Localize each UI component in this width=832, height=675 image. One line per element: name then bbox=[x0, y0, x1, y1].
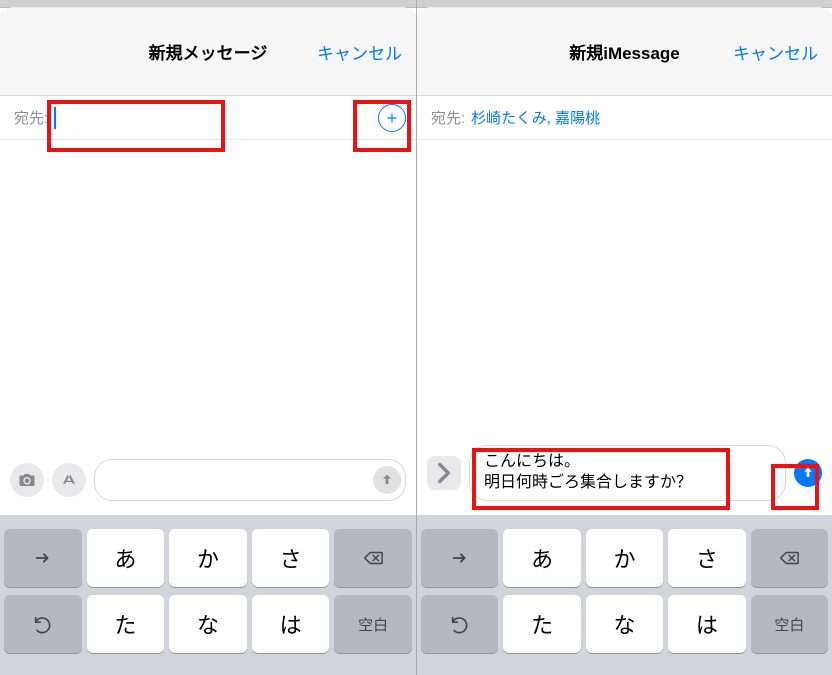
app-store-icon bbox=[60, 471, 78, 489]
nav-title: 新規iMessage bbox=[569, 39, 680, 64]
message-text: こんにちは。 明日何時ごろ集合しますか？ bbox=[484, 452, 692, 494]
key-undo[interactable] bbox=[421, 595, 498, 653]
recipient-names: 杉崎たくみ, 嘉陽桃 bbox=[471, 107, 600, 128]
key-ka[interactable]: か bbox=[586, 529, 663, 587]
key-na[interactable]: な bbox=[586, 595, 663, 653]
arrow-right-icon bbox=[32, 547, 54, 569]
keyboard: あ か さ た な は 空白 bbox=[417, 515, 832, 675]
add-contact-button[interactable] bbox=[378, 104, 406, 132]
nav-title: 新規メッセージ bbox=[149, 39, 268, 64]
to-label: 宛先: bbox=[14, 107, 48, 128]
arrow-up-icon bbox=[379, 472, 395, 488]
chevron-right-icon bbox=[427, 456, 461, 490]
to-field-row[interactable]: 宛先: bbox=[0, 96, 416, 140]
message-input[interactable] bbox=[94, 459, 406, 501]
to-field-row[interactable]: 宛先: 杉崎たくみ, 嘉陽桃 bbox=[417, 96, 832, 140]
key-backspace[interactable] bbox=[334, 529, 412, 587]
key-na[interactable]: な bbox=[169, 595, 247, 653]
camera-icon bbox=[18, 471, 36, 489]
compose-bar bbox=[0, 451, 416, 515]
backspace-icon bbox=[778, 547, 800, 569]
undo-icon bbox=[32, 613, 54, 635]
key-undo[interactable] bbox=[4, 595, 82, 653]
undo-icon bbox=[449, 613, 471, 635]
nav-bar: 新規iMessage キャンセル bbox=[417, 8, 832, 96]
camera-button[interactable] bbox=[10, 463, 44, 497]
key-backspace[interactable] bbox=[751, 529, 828, 587]
key-arrow-right[interactable] bbox=[4, 529, 82, 587]
arrow-right-icon bbox=[449, 547, 471, 569]
sheet-grabber bbox=[0, 0, 416, 8]
cancel-button[interactable]: キャンセル bbox=[317, 39, 402, 64]
plus-icon bbox=[385, 111, 399, 125]
arrow-up-icon bbox=[800, 465, 816, 481]
key-ta[interactable]: た bbox=[503, 595, 580, 653]
phone-left: 新規メッセージ キャンセル 宛先: bbox=[0, 0, 416, 675]
backspace-icon bbox=[362, 547, 384, 569]
text-cursor bbox=[54, 107, 56, 129]
phone-right: 新規iMessage キャンセル 宛先: 杉崎たくみ, 嘉陽桃 こんにちは。 明… bbox=[416, 0, 832, 675]
key-a[interactable]: あ bbox=[503, 529, 580, 587]
key-arrow-right[interactable] bbox=[421, 529, 498, 587]
key-sa[interactable]: さ bbox=[252, 529, 330, 587]
message-body bbox=[417, 140, 832, 437]
key-a[interactable]: あ bbox=[87, 529, 165, 587]
key-ha[interactable]: は bbox=[668, 595, 745, 653]
message-body bbox=[0, 140, 416, 451]
key-ka[interactable]: か bbox=[169, 529, 247, 587]
keyboard: あ か さ た な は 空白 bbox=[0, 515, 416, 675]
key-ha[interactable]: は bbox=[252, 595, 330, 653]
compose-bar: こんにちは。 明日何時ごろ集合しますか？ bbox=[417, 437, 832, 515]
sheet-grabber bbox=[417, 0, 832, 8]
apps-button[interactable] bbox=[52, 463, 86, 497]
key-space[interactable]: 空白 bbox=[334, 595, 412, 653]
message-input[interactable]: こんにちは。 明日何時ごろ集合しますか？ bbox=[469, 445, 786, 501]
key-ta[interactable]: た bbox=[87, 595, 165, 653]
nav-bar: 新規メッセージ キャンセル bbox=[0, 8, 416, 96]
send-button[interactable] bbox=[794, 459, 822, 487]
cancel-button[interactable]: キャンセル bbox=[733, 39, 818, 64]
expand-apps-button[interactable] bbox=[427, 456, 461, 490]
key-space[interactable]: 空白 bbox=[751, 595, 828, 653]
key-sa[interactable]: さ bbox=[668, 529, 745, 587]
to-label: 宛先: bbox=[431, 107, 465, 128]
send-button[interactable] bbox=[373, 466, 401, 494]
